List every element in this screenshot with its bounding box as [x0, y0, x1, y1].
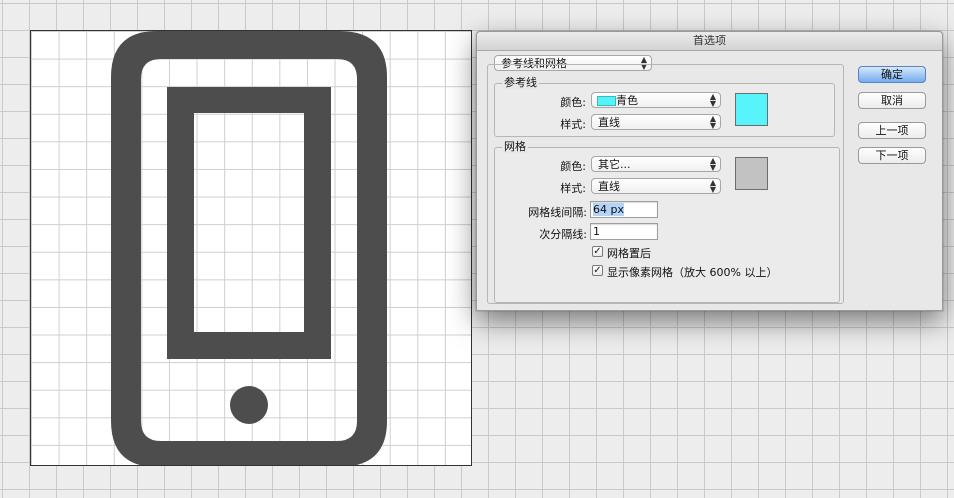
grid-color-swatch[interactable]	[735, 157, 768, 190]
guides-style-select[interactable]: 直线 ▲ ▼	[591, 114, 721, 130]
prev-button[interactable]: 上一项	[858, 122, 926, 139]
dialog-title: 首选项	[477, 32, 942, 51]
ok-button[interactable]: 确定	[858, 66, 926, 83]
updown-arrows-icon: ▲ ▼	[709, 114, 716, 130]
guides-style-value: 直线	[598, 116, 620, 129]
subdivisions-input[interactable]: 1	[590, 223, 658, 240]
grid-style-select[interactable]: 直线 ▲ ▼	[591, 178, 721, 194]
gridline-every-label: 网格线间隔:	[528, 206, 587, 219]
cancel-button[interactable]: 取消	[858, 92, 926, 109]
canvas-artboard[interactable]	[30, 30, 472, 466]
grid-color-value: 其它...	[598, 158, 631, 171]
next-button[interactable]: 下一项	[858, 147, 926, 164]
checkmark-icon: ✓	[593, 265, 602, 276]
grid-style-label: 样式:	[560, 182, 586, 195]
gridline-every-input[interactable]: 64 px	[590, 201, 658, 218]
guides-color-select[interactable]: 青色 ▲ ▼	[591, 92, 721, 108]
grids-in-back-checkbox[interactable]: ✓	[592, 246, 603, 257]
preferences-dialog: 首选项 参考线和网格 ▲ ▼ 参考线 颜色: 青色 ▲ ▼ 样式: 直线 ▲ ▼ 网格…	[476, 31, 943, 311]
grid-color-label: 颜色:	[560, 160, 586, 173]
grids-in-back-label: 网格置后	[607, 247, 651, 260]
show-pixel-grid-label: 显示像素网格（放大 600% 以上）	[607, 266, 778, 279]
grid-color-select[interactable]: 其它... ▲ ▼	[591, 156, 721, 172]
guides-color-chip	[597, 96, 616, 106]
subdivisions-label: 次分隔线:	[539, 228, 587, 241]
phone-icon	[111, 31, 387, 465]
phone-screen	[167, 87, 331, 359]
guides-color-swatch[interactable]	[735, 93, 768, 126]
updown-arrows-icon: ▲ ▼	[709, 156, 716, 172]
grid-style-value: 直线	[598, 180, 620, 193]
guides-color-label: 颜色:	[560, 96, 586, 109]
updown-arrows-icon: ▲ ▼	[709, 178, 716, 194]
grid-legend: 网格	[502, 140, 528, 153]
updown-arrows-icon: ▲ ▼	[709, 92, 716, 108]
guides-color-value: 青色	[616, 94, 638, 107]
checkmark-icon: ✓	[593, 246, 602, 257]
guides-legend: 参考线	[502, 76, 539, 89]
show-pixel-grid-checkbox[interactable]: ✓	[592, 265, 603, 276]
phone-home-button	[230, 386, 268, 424]
gridline-every-value: 64 px	[593, 203, 624, 216]
subdivisions-value: 1	[593, 225, 600, 238]
guides-style-label: 样式:	[560, 118, 586, 131]
